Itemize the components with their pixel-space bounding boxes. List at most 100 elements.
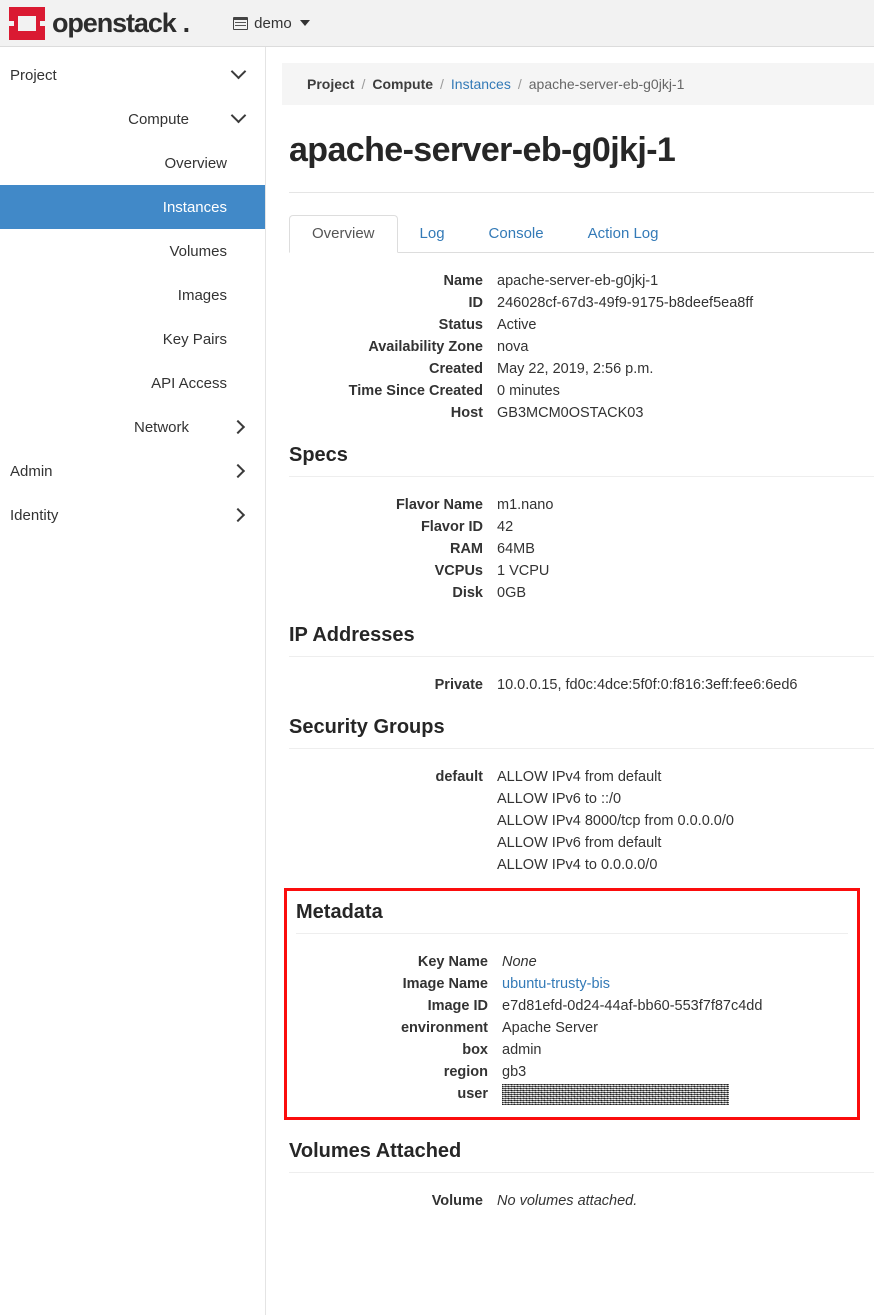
- detail-label: Name: [443, 273, 484, 289]
- detail-row: Availability Zone nova: [282, 336, 874, 358]
- detail-row: Status Active: [282, 314, 874, 336]
- detail-row: Name apache-server-eb-g0jkj-1: [282, 270, 874, 292]
- ip-addresses-heading: IP Addresses: [289, 624, 415, 646]
- sidebar-item-label: Compute: [128, 110, 189, 128]
- detail-row: Time Since Created 0 minutes: [282, 380, 874, 402]
- specs-block: Flavor Name m1.nano Flavor ID 42 RAM 64MB VCPU…: [282, 477, 874, 604]
- detail-label: Key Name: [417, 954, 488, 970]
- page-layout: Project Compute Overview Instances Volumes Im…: [0, 47, 874, 1315]
- ip-definition-list: Private 10.0.0.15, fd0c:4dce:5f0f:0:f816:…: [282, 674, 874, 696]
- breadcrumb-separator: /: [361, 76, 366, 92]
- detail-value: No volumes attached.: [497, 1193, 638, 1209]
- detail-row: region gb3: [287, 1061, 857, 1083]
- sidebar-item-project[interactable]: Project: [0, 53, 265, 97]
- breadcrumb-item: apache-server-eb-g0jkj-1: [528, 76, 685, 92]
- brand-dot: .: [182, 7, 191, 38]
- detail-value: None: [502, 954, 537, 970]
- detail-row: Image Name ubuntu-trusty-bis: [287, 973, 857, 995]
- overview-definition-list: Name apache-server-eb-g0jkj-1 ID 246028cf-6…: [282, 270, 874, 424]
- sidebar-item-overview[interactable]: Overview: [0, 141, 265, 185]
- breadcrumb-link-instances[interactable]: Instances: [451, 76, 511, 92]
- detail-value: apache-server-eb-g0jkj-1: [497, 273, 659, 289]
- sidebar-item-label: Instances: [162, 198, 227, 216]
- detail-value: May 22, 2019, 2:56 p.m.: [497, 361, 654, 377]
- detail-value: ubuntu-trusty-bis: [502, 973, 857, 995]
- detail-value: 64MB: [497, 541, 535, 557]
- sidebar-item-label: Key Pairs: [162, 330, 227, 348]
- volumes-attached-block: Volume No volumes attached.: [282, 1173, 874, 1212]
- sidebar-item-volumes[interactable]: Volumes: [0, 229, 265, 273]
- breadcrumb-separator: /: [440, 76, 444, 92]
- breadcrumb-item[interactable]: Project: [307, 76, 354, 92]
- sidebar-item-label: Overview: [164, 154, 227, 172]
- security-group-rule: ALLOW IPv6 to ::/0: [497, 791, 622, 807]
- detail-value-redacted: [502, 1083, 857, 1105]
- sidebar-item-label: Network: [133, 418, 189, 436]
- detail-value: 0GB: [497, 585, 527, 601]
- breadcrumb-separator: /: [517, 76, 522, 92]
- page-title: apache-server-eb-g0jkj-1: [289, 131, 676, 169]
- brand-name: openstack: [52, 7, 177, 38]
- title-divider: [289, 192, 874, 193]
- sidebar-item-identity[interactable]: Identity: [0, 493, 265, 537]
- detail-label: environment: [400, 1020, 488, 1036]
- sidebar-item-api-access[interactable]: API Access: [0, 361, 265, 405]
- detail-label: Flavor Name: [395, 497, 483, 513]
- detail-value: e7d81efd-0d24-44af-bb60-553f7f87c4dd: [502, 998, 763, 1014]
- detail-row: Image ID e7d81efd-0d24-44af-bb60-553f7f87…: [287, 995, 857, 1017]
- breadcrumb: Project / Compute / Instances / apache-server-…: [282, 63, 874, 105]
- sidebar-item-compute[interactable]: Compute: [0, 97, 265, 141]
- tenant-switcher[interactable]: demo: [233, 15, 310, 32]
- chevron-right-icon: [227, 463, 249, 480]
- chevron-right-icon: [227, 507, 249, 524]
- detail-row: Volume No volumes attached.: [282, 1190, 874, 1212]
- tab-action-log[interactable]: Action Log: [566, 216, 681, 252]
- sidebar-item-label: Images: [177, 286, 227, 304]
- detail-row: Key Name None: [287, 951, 857, 973]
- detail-value: 0 minutes: [497, 383, 560, 399]
- image-name-link[interactable]: ubuntu-trusty-bis: [502, 976, 610, 992]
- detail-label: Private: [434, 677, 483, 693]
- security-group-row: default ALLOW IPv4 from default ALLOW IPv…: [282, 766, 874, 876]
- detail-row: Disk 0GB: [282, 582, 874, 604]
- detail-row: user: [287, 1083, 857, 1105]
- detail-label: Volume: [431, 1193, 483, 1209]
- chevron-right-icon: [227, 419, 249, 436]
- sidebar-item-network[interactable]: Network: [0, 405, 265, 449]
- sidebar-item-key-pairs[interactable]: Key Pairs: [0, 317, 265, 361]
- security-group-name: default: [435, 769, 483, 785]
- specs-definition-list: Flavor Name m1.nano Flavor ID 42 RAM 64MB VCPU…: [282, 494, 874, 604]
- tab-overview[interactable]: Overview: [289, 215, 398, 253]
- sidebar-item-instances[interactable]: Instances: [0, 185, 265, 229]
- detail-value: Apache Server: [502, 1020, 598, 1036]
- security-group-rule: ALLOW IPv4 to 0.0.0.0/0: [497, 857, 658, 873]
- detail-label: VCPUs: [434, 563, 483, 579]
- detail-value: admin: [502, 1042, 542, 1058]
- security-group-rule: ALLOW IPv4 8000/tcp from 0.0.0.0/0: [497, 813, 734, 829]
- ip-addresses-block: Private 10.0.0.15, fd0c:4dce:5f0f:0:f816:…: [282, 657, 874, 696]
- sidebar-item-images[interactable]: Images: [0, 273, 265, 317]
- tab-log[interactable]: Log: [398, 216, 467, 252]
- detail-label: Disk: [452, 585, 483, 601]
- detail-value: m1.nano: [497, 497, 554, 513]
- security-group-rules: ALLOW IPv4 from default ALLOW IPv6 to ::/…: [497, 766, 874, 876]
- chevron-down-icon: [227, 63, 249, 84]
- tab-console[interactable]: Console: [467, 216, 566, 252]
- metadata-heading: Metadata: [296, 901, 383, 923]
- detail-value: 246028cf-67d3-49f9-9175-b8deef5ea8ff: [497, 295, 754, 311]
- detail-row: Created May 22, 2019, 2:56 p.m.: [282, 358, 874, 380]
- detail-row: Flavor ID 42: [282, 516, 874, 538]
- security-group-rule: ALLOW IPv6 from default: [497, 835, 662, 851]
- breadcrumb-item[interactable]: Compute: [372, 76, 433, 92]
- sidebar-item-label: Project: [10, 66, 57, 84]
- breadcrumb-item[interactable]: Instances: [451, 76, 511, 92]
- detail-row: VCPUs 1 VCPU: [282, 560, 874, 582]
- detail-value: 1 VCPU: [497, 563, 550, 579]
- tenant-label: demo: [254, 14, 292, 32]
- detail-value: GB3MCM0OSTACK03: [497, 405, 644, 421]
- detail-row: box admin: [287, 1039, 857, 1061]
- sidebar-item-admin[interactable]: Admin: [0, 449, 265, 493]
- openstack-brand[interactable]: openstack .: [9, 6, 191, 40]
- sidebar-item-label: API Access: [151, 374, 227, 392]
- detail-label: Time Since Created: [348, 383, 483, 399]
